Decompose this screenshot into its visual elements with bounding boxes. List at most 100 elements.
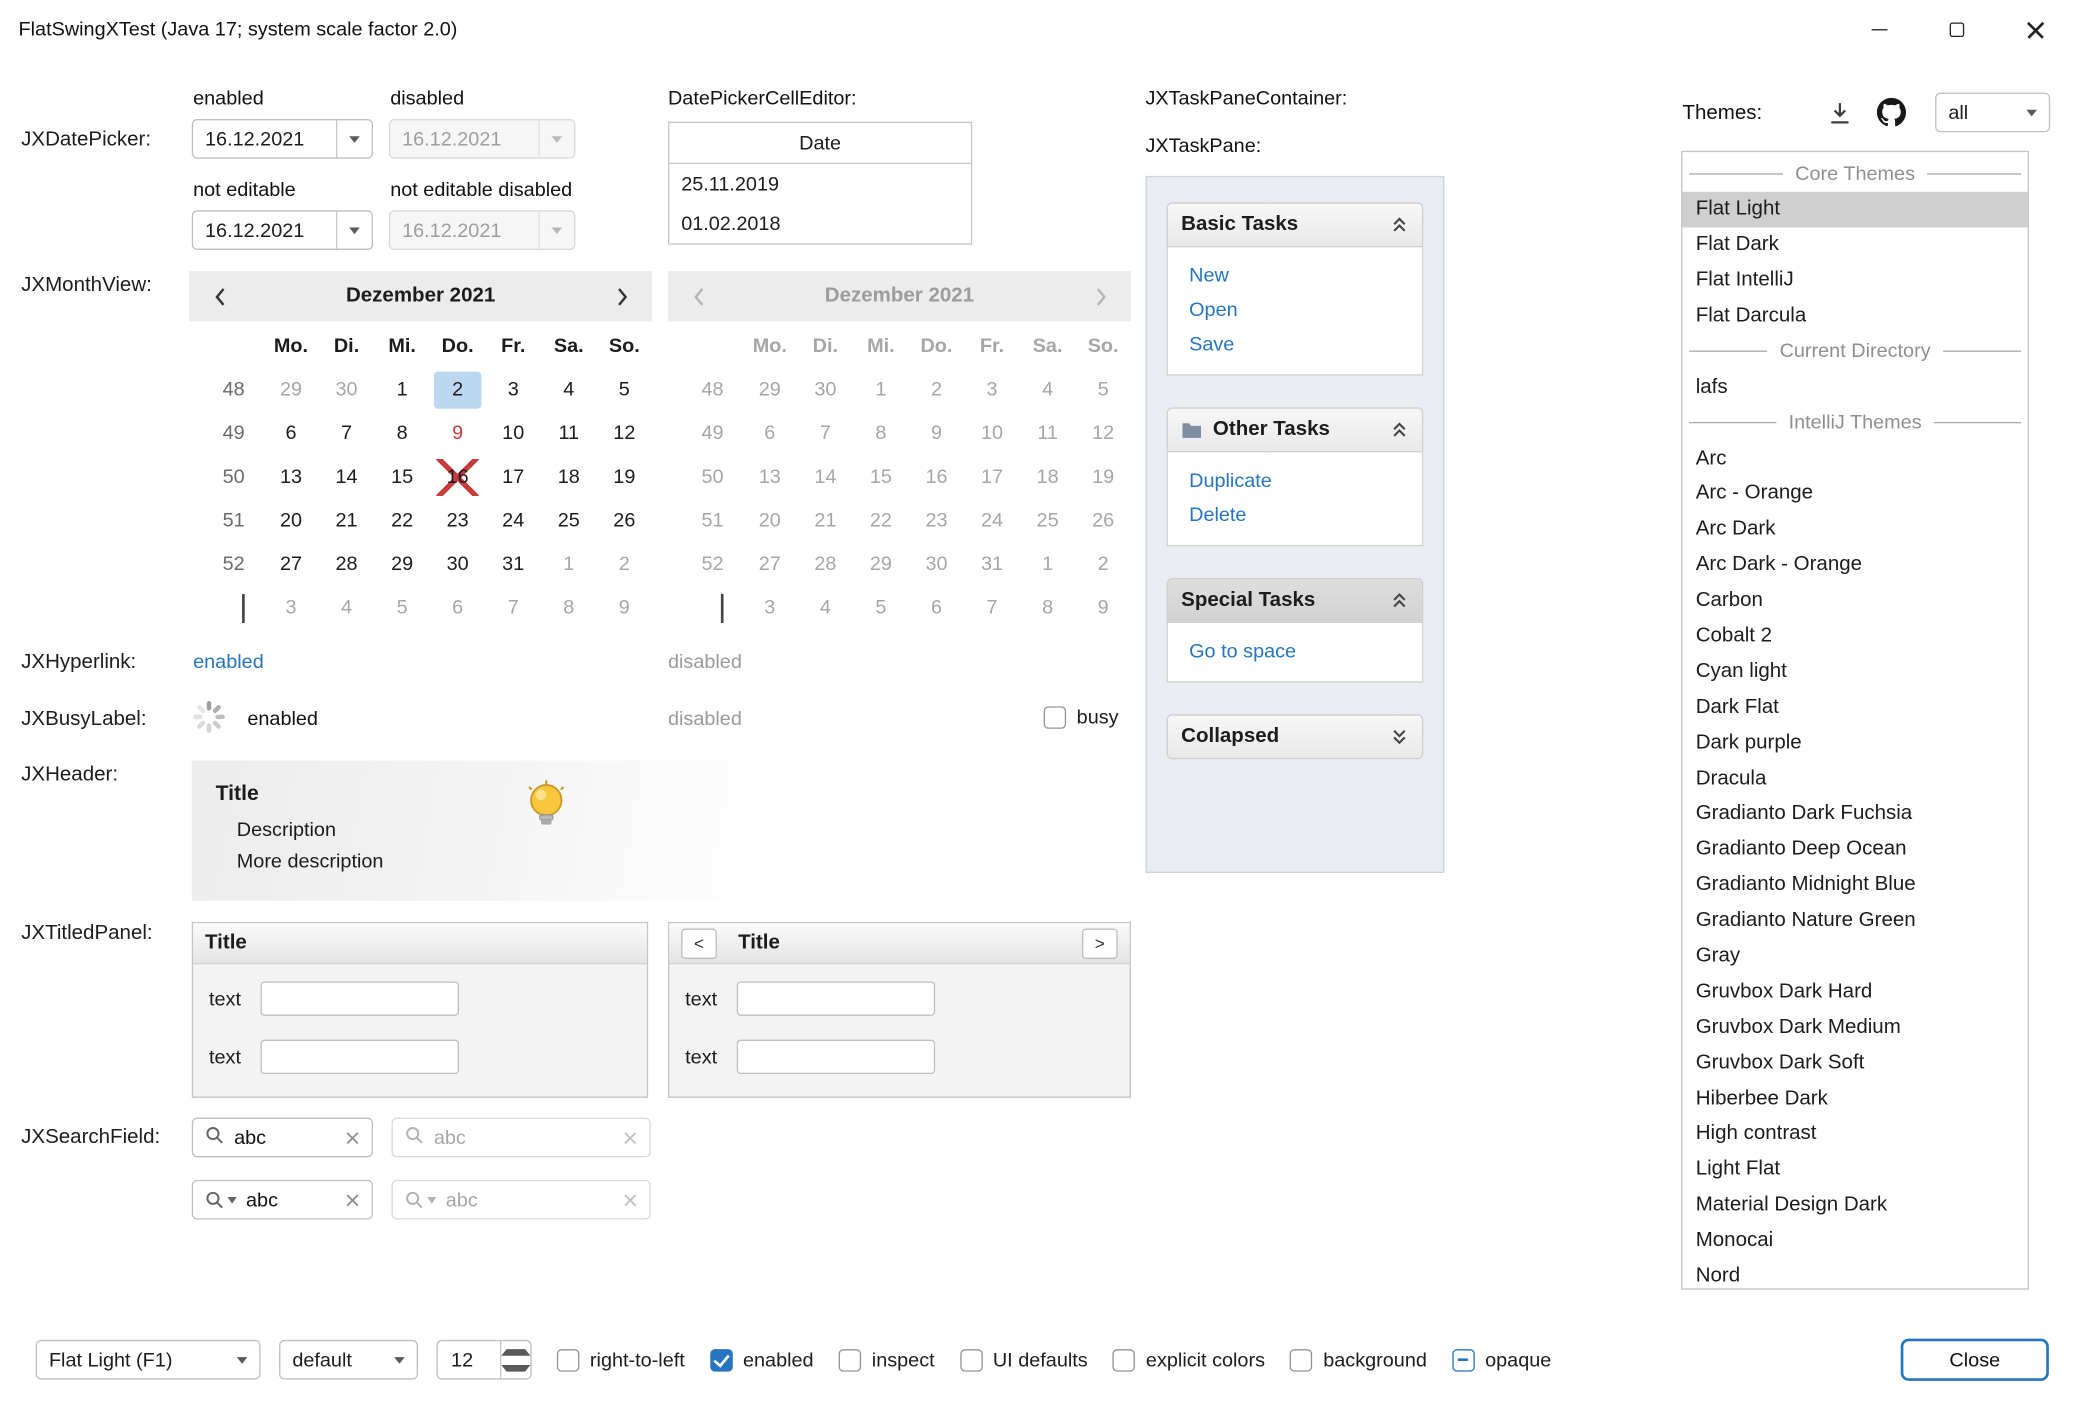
calendar-day[interactable]: 18 [541,455,597,499]
calendar-day[interactable]: 2 [430,368,486,412]
calendar-day[interactable]: 20 [263,499,319,543]
chevron-double-up-icon[interactable] [1390,421,1409,440]
calendar-day[interactable]: 6 [430,586,486,630]
taskpane-link[interactable]: Delete [1189,504,1401,526]
datepicker-value[interactable]: 16.12.2021 [193,128,336,150]
calendar-day[interactable]: 24 [485,499,541,543]
calendar-day[interactable]: 8 [374,411,430,455]
calendar-day[interactable]: 8 [541,586,597,630]
calendar-day[interactable]: 29 [263,368,319,412]
minimize-button[interactable] [1840,0,1918,60]
theme-list-item[interactable]: lafs [1682,369,2027,405]
taskpane-link[interactable]: Go to space [1189,640,1401,662]
theme-list-item[interactable]: Gradianto Nature Green [1682,903,2027,939]
theme-list-item[interactable]: Nord [1682,1259,2027,1290]
taskpane-header[interactable]: Other Tasks [1167,407,1424,452]
theme-list-item[interactable]: Cyan light [1682,654,2027,690]
next-month-button[interactable] [591,286,652,306]
checkbox-inspect[interactable] [839,1348,861,1370]
theme-list-item[interactable]: Flat Darcula [1682,298,2027,334]
theme-list-item[interactable]: Dark purple [1682,725,2027,761]
prev-month-button[interactable] [189,286,250,306]
date-table-cell[interactable]: 01.02.2018 [669,204,971,244]
text-field[interactable] [737,1040,935,1074]
calendar-day[interactable]: 6 [263,411,319,455]
checkbox-ui-defaults[interactable] [960,1348,982,1370]
download-icon[interactable] [1827,101,1853,127]
theme-list-item[interactable]: Monocai [1682,1223,2027,1259]
theme-list-item[interactable]: Dracula [1682,761,2027,797]
datepicker-enabled[interactable]: 16.12.2021 [192,119,373,159]
calendar-day[interactable]: 12 [597,411,653,455]
checkbox-busy[interactable] [1044,706,1066,728]
titledpanel-next-button[interactable]: > [1082,928,1118,958]
style-combo[interactable]: default [279,1340,418,1380]
taskpane-header[interactable]: Special Tasks [1167,578,1424,623]
chevron-double-down-icon[interactable] [1390,727,1409,746]
calendar-day[interactable]: 23 [430,499,486,543]
checkbox-item-right-to-left[interactable]: right-to-left [557,1348,685,1370]
checkbox-item-opaque[interactable]: opaque [1452,1348,1551,1370]
calendar-day[interactable]: 19 [597,455,653,499]
datepicker-dropdown-button[interactable] [336,212,372,249]
checkbox-explicit-colors[interactable] [1113,1348,1135,1370]
spinner-up-button[interactable] [501,1341,530,1360]
theme-list-item[interactable]: Gruvbox Dark Hard [1682,974,2027,1010]
search-input[interactable]: abc [234,1126,336,1148]
checkbox-item-background[interactable]: background [1290,1348,1427,1370]
searchfield-dropdown-enabled[interactable]: abc [192,1180,373,1220]
calendar-day[interactable]: 29 [374,542,430,586]
checkbox-background[interactable] [1290,1348,1312,1370]
font-size-spinner[interactable]: 12 [436,1340,531,1380]
close-button[interactable]: Close [1901,1339,2049,1381]
taskpane-link[interactable]: New [1189,265,1401,287]
checkbox-opaque[interactable] [1452,1348,1474,1370]
calendar-day[interactable]: 5 [374,586,430,630]
maximize-button[interactable] [1918,0,1996,60]
checkbox-right-to-left[interactable] [557,1348,579,1370]
checkbox-item-inspect[interactable]: inspect [839,1348,935,1370]
clear-icon[interactable] [345,1192,360,1207]
datepicker-dropdown-button[interactable] [336,120,372,157]
calendar-day[interactable]: 10 [485,411,541,455]
theme-list-item[interactable]: Arc Dark - Orange [1682,547,2027,583]
datepicker-not-editable[interactable]: 16.12.2021 [192,210,373,250]
calendar-day[interactable]: 5 [597,368,653,412]
calendar-day[interactable]: 21 [319,499,375,543]
calendar-day[interactable]: 15 [374,455,430,499]
calendar-day[interactable]: 27 [263,542,319,586]
close-window-button[interactable] [1996,0,2074,60]
calendar-day[interactable]: 7 [319,411,375,455]
taskpane-link[interactable]: Open [1189,299,1401,321]
calendar-day[interactable]: 30 [430,542,486,586]
checkbox-enabled[interactable] [710,1348,732,1370]
calendar-day[interactable]: 9 [430,411,486,455]
date-table-cell[interactable]: 25.11.2019 [669,164,971,204]
search-input[interactable]: abc [246,1188,336,1210]
calendar-day[interactable]: 2 [597,542,653,586]
taskpane-link[interactable]: Duplicate [1189,470,1401,492]
calendar-day[interactable]: 25 [541,499,597,543]
spinner-down-button[interactable] [501,1360,530,1379]
themes-filter-combo[interactable]: all [1935,93,2050,133]
calendar-day[interactable]: 26 [597,499,653,543]
github-icon[interactable] [1877,98,1906,127]
theme-list-item[interactable]: Gruvbox Dark Soft [1682,1045,2027,1081]
titledpanel-prev-button[interactable]: < [681,928,717,958]
theme-list-item[interactable]: Gradianto Midnight Blue [1682,867,2027,903]
theme-list-item[interactable]: Material Design Dark [1682,1188,2027,1224]
text-field[interactable] [261,1040,459,1074]
calendar-day[interactable]: 14 [319,455,375,499]
theme-list-item[interactable]: Gradianto Dark Fuchsia [1682,796,2027,832]
calendar-day[interactable]: 13 [263,455,319,499]
chevron-double-up-icon[interactable] [1390,216,1409,235]
calendar-day[interactable]: 16 [430,455,486,499]
calendar-day[interactable]: 1 [374,368,430,412]
calendar-day[interactable]: 31 [485,542,541,586]
theme-list-item[interactable]: Gray [1682,939,2027,975]
text-field[interactable] [261,981,459,1015]
theme-list-item[interactable]: Arc - Orange [1682,476,2027,512]
checkbox-item-enabled[interactable]: enabled [710,1348,814,1370]
calendar-day[interactable]: 3 [485,368,541,412]
calendar-day[interactable]: 3 [263,586,319,630]
